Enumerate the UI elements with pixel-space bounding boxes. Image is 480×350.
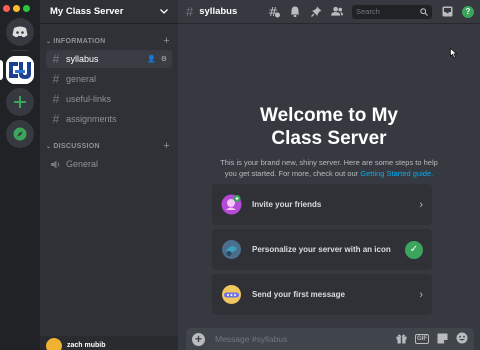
discord-logo-icon xyxy=(12,26,28,38)
hash-icon: # xyxy=(52,112,60,126)
gear-icon[interactable]: ⚙ xyxy=(161,55,167,63)
category-information[interactable]: ⌄ INFORMATION + xyxy=(40,35,178,47)
user-panel: zach mubib xyxy=(40,336,178,350)
plus-icon xyxy=(14,96,26,108)
channel-title: syllabus xyxy=(199,6,238,17)
welcome-description: This is your brand new, shiny server. He… xyxy=(219,158,439,179)
channel-assignments[interactable]: # assignments xyxy=(46,110,172,128)
server-rail xyxy=(0,0,40,350)
help-icon[interactable]: ? xyxy=(462,5,474,18)
close-window-button[interactable] xyxy=(3,5,10,12)
invite-member-icon[interactable]: 👤 xyxy=(147,55,156,63)
search-placeholder: Search xyxy=(356,7,380,16)
welcome-section: Welcome to My Class Server This is your … xyxy=(178,104,480,179)
channel-header: # syllabus # Search ? xyxy=(178,0,480,24)
gif-icon[interactable]: GIF xyxy=(415,334,429,344)
card-label: Send your first message xyxy=(252,290,345,299)
username: zach mubib xyxy=(67,342,106,349)
personalize-icon xyxy=(221,239,242,260)
personalize-server-card[interactable]: Personalize your server with an icon ✓ xyxy=(212,229,432,270)
chevron-down-icon: ⌄ xyxy=(46,38,52,45)
channel-general[interactable]: # general xyxy=(46,70,172,88)
server-header[interactable]: My Class Server xyxy=(40,0,178,24)
active-server-indicator xyxy=(0,60,3,80)
hash-icon: # xyxy=(52,92,60,106)
chevron-down-icon xyxy=(160,9,168,14)
channel-label: General xyxy=(66,159,99,169)
category-discussion[interactable]: ⌄ DISCUSSION + xyxy=(40,140,178,152)
onboarding-cards: Invite your friends › Personalize your s… xyxy=(212,184,432,319)
inbox-icon[interactable] xyxy=(441,6,453,18)
chevron-right-icon: › xyxy=(419,198,423,211)
explore-servers-button[interactable] xyxy=(6,120,34,148)
add-server-button[interactable] xyxy=(6,88,34,116)
channel-syllabus[interactable]: # syllabus 👤 ⚙ xyxy=(46,50,172,68)
sticker-icon[interactable] xyxy=(437,333,448,346)
members-icon[interactable] xyxy=(331,6,343,18)
bell-icon[interactable] xyxy=(289,6,301,18)
search-input[interactable]: Search xyxy=(352,4,432,19)
speaker-icon xyxy=(51,160,60,168)
hash-icon: # xyxy=(186,4,194,19)
search-icon xyxy=(420,7,428,16)
gift-icon[interactable] xyxy=(396,333,407,346)
channel-sidebar: My Class Server ⌄ INFORMATION + # syllabu… xyxy=(40,0,178,350)
send-message-card[interactable]: Send your first message › xyxy=(212,274,432,315)
create-channel-icon[interactable]: + xyxy=(163,35,170,47)
attach-plus-icon[interactable]: + xyxy=(192,332,205,346)
rail-divider xyxy=(12,50,28,51)
invite-icon xyxy=(221,194,242,215)
voice-channel-general[interactable]: General xyxy=(46,155,172,173)
message-composer[interactable]: + Message #syllabus GIF xyxy=(186,328,474,350)
message-icon xyxy=(221,284,242,305)
window-controls xyxy=(3,5,30,12)
create-channel-icon[interactable]: + xyxy=(163,140,170,152)
chevron-down-icon: ⌄ xyxy=(46,143,52,150)
channel-label: useful-links xyxy=(66,94,112,104)
chevron-right-icon: › xyxy=(419,288,423,301)
category-label: DISCUSSION xyxy=(53,142,100,150)
compass-icon xyxy=(13,127,27,141)
server-icon-my-class-server[interactable] xyxy=(6,56,34,84)
channel-label: general xyxy=(66,74,97,84)
mouse-cursor-icon xyxy=(450,48,458,58)
emoji-icon[interactable] xyxy=(456,332,468,346)
getting-started-link[interactable]: Getting Started guide. xyxy=(360,169,433,178)
card-label: Personalize your server with an icon xyxy=(252,245,391,254)
channel-label: assignments xyxy=(66,114,117,124)
avatar[interactable] xyxy=(46,338,62,350)
hash-icon: # xyxy=(52,72,60,86)
channel-useful-links[interactable]: # useful-links xyxy=(46,90,172,108)
minimize-window-button[interactable] xyxy=(13,5,20,12)
home-button[interactable] xyxy=(6,18,34,46)
category-label: INFORMATION xyxy=(53,37,106,45)
message-input[interactable]: Message #syllabus xyxy=(215,334,287,344)
card-label: Invite your friends xyxy=(252,200,322,209)
pin-icon[interactable] xyxy=(310,6,322,18)
hash-icon: # xyxy=(52,52,60,66)
welcome-title: Welcome to My Class Server xyxy=(260,105,398,149)
server-logo-icon xyxy=(6,56,34,84)
channel-label: syllabus xyxy=(66,54,99,64)
threads-icon[interactable]: # xyxy=(268,6,280,18)
main-content: # syllabus # Search ? Welcome to My Clas… xyxy=(178,0,480,350)
zoom-window-button[interactable] xyxy=(23,5,30,12)
checkmark-icon: ✓ xyxy=(405,240,423,259)
invite-friends-card[interactable]: Invite your friends › xyxy=(212,184,432,225)
server-name: My Class Server xyxy=(50,6,124,17)
